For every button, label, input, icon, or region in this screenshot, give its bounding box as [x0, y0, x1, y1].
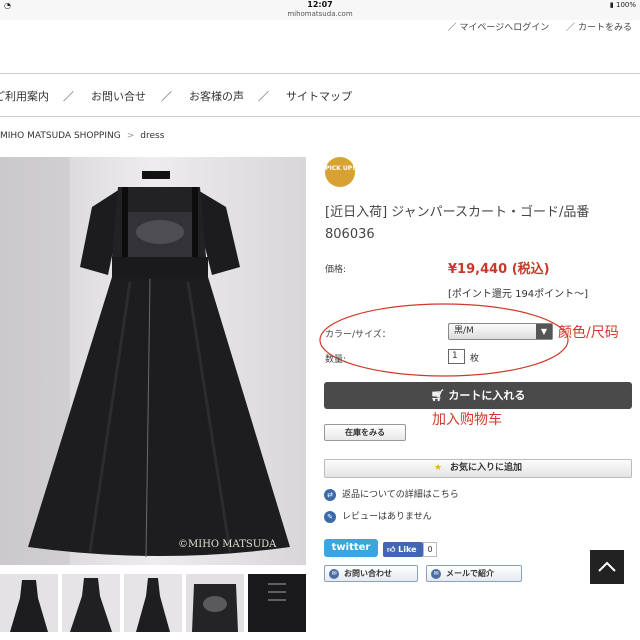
mail-share-label: メールで紹介 [446, 569, 494, 578]
returns-link[interactable]: ⇄ 返品についての詳細はこちら [324, 487, 459, 501]
scroll-to-top-button[interactable] [590, 550, 624, 584]
battery-level: 100% [615, 1, 636, 9]
nav-item-guide[interactable]: ご利用案内 [0, 88, 49, 104]
fb-like-label: Like [398, 545, 417, 554]
nav-separator: ／ [63, 90, 74, 103]
nav-divider-top [0, 73, 640, 74]
twitter-share-button[interactable]: twitter [324, 539, 378, 557]
view-stock-button[interactable]: 在庫をみる [324, 424, 406, 441]
nav-item-voice[interactable]: お客様の声 [189, 88, 244, 104]
add-favorite-button[interactable]: ★ お気に入りに追加 [324, 459, 632, 478]
add-favorite-label: お気に入りに追加 [450, 463, 523, 473]
mail-icon: ✉ [329, 568, 339, 579]
color-size-select[interactable]: 黒/M ▼ [448, 323, 553, 340]
add-to-cart-button[interactable]: 🛒︎ カートに入れる [324, 382, 632, 409]
top-links: ／ マイページへログイン ／ カートをみる [434, 20, 632, 33]
product-title: [近日入荷] ジャンパースカート・ゴード/品番 806036 [325, 205, 590, 242]
return-icon: ⇄ [324, 488, 336, 501]
color-size-value: 黒/M [454, 326, 474, 336]
thumbs-up-icon: 👍︎ [387, 545, 396, 554]
status-bar: ◔ 12:07 mihomatsuda.com ▮ 100% [0, 0, 640, 20]
annotation-ellipse [319, 303, 569, 377]
mypage-login-link[interactable]: ／ マイページへログイン [448, 23, 550, 33]
quantity-unit: 枚 [470, 354, 480, 364]
quantity-label: 数量: [325, 355, 347, 365]
mail-share-button[interactable]: ✉ メールで紹介 [426, 565, 522, 582]
annotation-add-cart: 加入购物车 [432, 412, 502, 428]
chevron-up-icon [598, 561, 616, 572]
review-icon: ✎ [324, 510, 336, 523]
reviews-label: レビューはありません [342, 512, 432, 522]
status-time: 12:07 [307, 0, 333, 9]
product-main-image[interactable]: ©MIHO MATSUDA [0, 157, 306, 565]
facebook-like-button[interactable]: 👍︎ Like [383, 542, 423, 557]
star-icon: ★ [433, 463, 443, 473]
nav-item-sitemap[interactable]: サイトマップ [286, 88, 352, 104]
cart-icon: 🛒︎ [430, 389, 445, 402]
chevron-right-icon: > [126, 131, 135, 141]
inquiry-button[interactable]: ✉ お問い合わせ [324, 565, 418, 582]
price-label: 価格: [325, 265, 347, 275]
product-thumbnail[interactable] [248, 574, 306, 632]
product-thumbnail[interactable] [0, 574, 58, 632]
points-info: [ポイント還元 194ポイント〜] [448, 289, 589, 300]
nav-item-contact[interactable]: お問い合せ [91, 88, 146, 104]
returns-label: 返品についての詳細はこちら [342, 490, 459, 500]
pickup-badge: PICK UP! [325, 157, 355, 187]
breadcrumb-category[interactable]: dress [140, 131, 164, 141]
url-bar[interactable]: mihomatsuda.com [0, 10, 640, 18]
battery-indicator: ▮ 100% [609, 1, 636, 9]
dropdown-arrow-icon: ▼ [536, 324, 552, 339]
facebook-like-count: 0 [423, 542, 437, 557]
nav-separator: ／ [161, 90, 172, 103]
product-price: ¥19,440 (税込) [448, 262, 550, 277]
breadcrumb-shop[interactable]: MIHO MATSUDA SHOPPING [0, 131, 121, 141]
quantity-input[interactable]: 1 [448, 349, 465, 364]
reviews-link[interactable]: ✎ レビューはありません [324, 509, 432, 523]
product-thumbnail[interactable] [124, 574, 182, 632]
inquiry-label: お問い合わせ [344, 569, 392, 578]
breadcrumb: MIHO MATSUDA SHOPPING > dress [0, 131, 164, 141]
nav-divider-bottom [0, 116, 640, 117]
annotation-color-size: 颜色/尺码 [558, 325, 619, 341]
view-cart-link[interactable]: ／ カートをみる [566, 23, 632, 33]
option-label: カラー/サイズ： [325, 330, 391, 340]
photo-watermark: ©MIHO MATSUDA [178, 539, 277, 550]
product-thumbnail[interactable] [62, 574, 120, 632]
add-to-cart-label: カートに入れる [448, 389, 526, 402]
envelope-icon: ✉ [431, 568, 441, 579]
product-thumbnail[interactable] [186, 574, 244, 632]
nav-separator: ／ [258, 90, 269, 103]
